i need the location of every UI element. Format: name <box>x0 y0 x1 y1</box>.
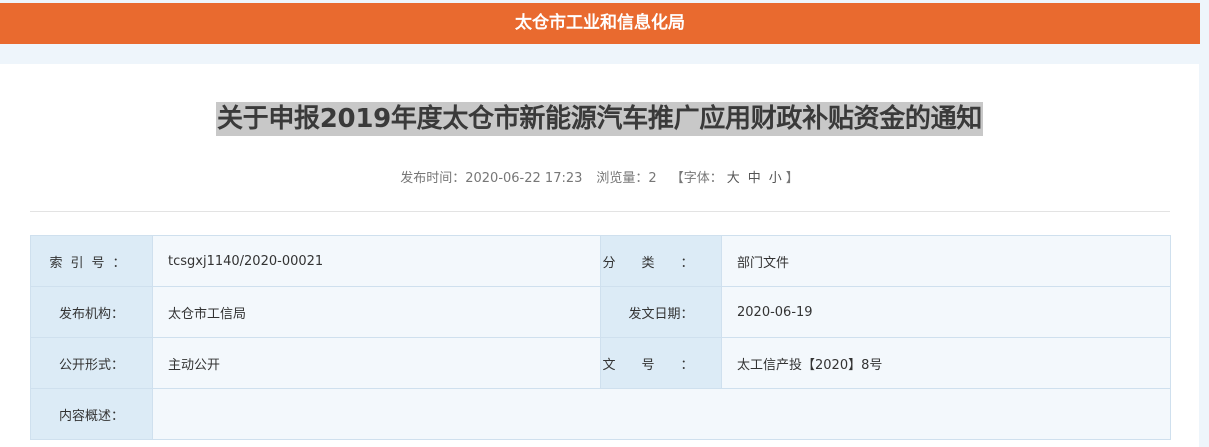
disclosure-form-value: 主动公开 <box>152 337 601 389</box>
table-row: 公开形式： 主动公开 文号： 太工信产投【2020】8号 <box>30 337 1171 389</box>
issue-date-label: 发文日期： <box>600 286 722 338</box>
article-meta: 发布时间：2020-06-22 17:23 浏览量：2 【字体： 大中小】 <box>0 167 1199 186</box>
divider <box>30 211 1170 212</box>
table-row: 内容概述： <box>30 388 1171 440</box>
summary-label: 内容概述： <box>30 388 153 440</box>
category-label: 分类： <box>600 235 722 287</box>
site-title: 太仓市工业和信息化局 <box>515 13 685 33</box>
views-count: 2 <box>648 171 657 186</box>
issue-date-value: 2020-06-19 <box>721 286 1171 338</box>
table-row: 索引号： tcsgxj1140/2020-00021 分类： 部门文件 <box>30 235 1171 287</box>
document-number-label: 文号： <box>600 337 722 389</box>
publisher-label: 发布机构： <box>30 286 153 338</box>
font-size-label: 【字体： <box>670 171 723 186</box>
article-title: 关于申报2019年度太仓市新能源汽车推广应用财政补贴资金的通知 <box>215 102 984 136</box>
article-content: 关于申报2019年度太仓市新能源汽车推广应用财政补贴资金的通知 发布时间：202… <box>0 64 1199 447</box>
index-number-value: tcsgxj1140/2020-00021 <box>152 235 601 287</box>
summary-value <box>152 388 1171 440</box>
document-number-value: 太工信产投【2020】8号 <box>721 337 1171 389</box>
page: 太仓市工业和信息化局 关于申报2019年度太仓市新能源汽车推广应用财政补贴资金的… <box>0 0 1209 447</box>
views-label: 浏览量： <box>596 171 649 186</box>
document-info-table: 索引号： tcsgxj1140/2020-00021 分类： 部门文件 发布机构… <box>30 235 1171 440</box>
table-row: 发布机构： 太仓市工信局 发文日期： 2020-06-19 <box>30 286 1171 338</box>
disclosure-form-label: 公开形式： <box>30 337 153 389</box>
site-header: 太仓市工业和信息化局 <box>0 3 1200 44</box>
publisher-value: 太仓市工信局 <box>152 286 601 338</box>
font-size-medium-link[interactable]: 中 <box>748 171 761 186</box>
category-value: 部门文件 <box>721 235 1171 287</box>
index-number-label: 索引号： <box>30 235 153 287</box>
font-size-large-link[interactable]: 大 <box>727 171 740 186</box>
publish-time-label: 发布时间： <box>400 171 466 186</box>
publish-time: 2020-06-22 17:23 <box>465 171 583 186</box>
font-size-close: 】 <box>785 171 799 186</box>
article-title-wrap: 关于申报2019年度太仓市新能源汽车推广应用财政补贴资金的通知 <box>0 102 1199 136</box>
font-size-small-link[interactable]: 小 <box>769 171 782 186</box>
